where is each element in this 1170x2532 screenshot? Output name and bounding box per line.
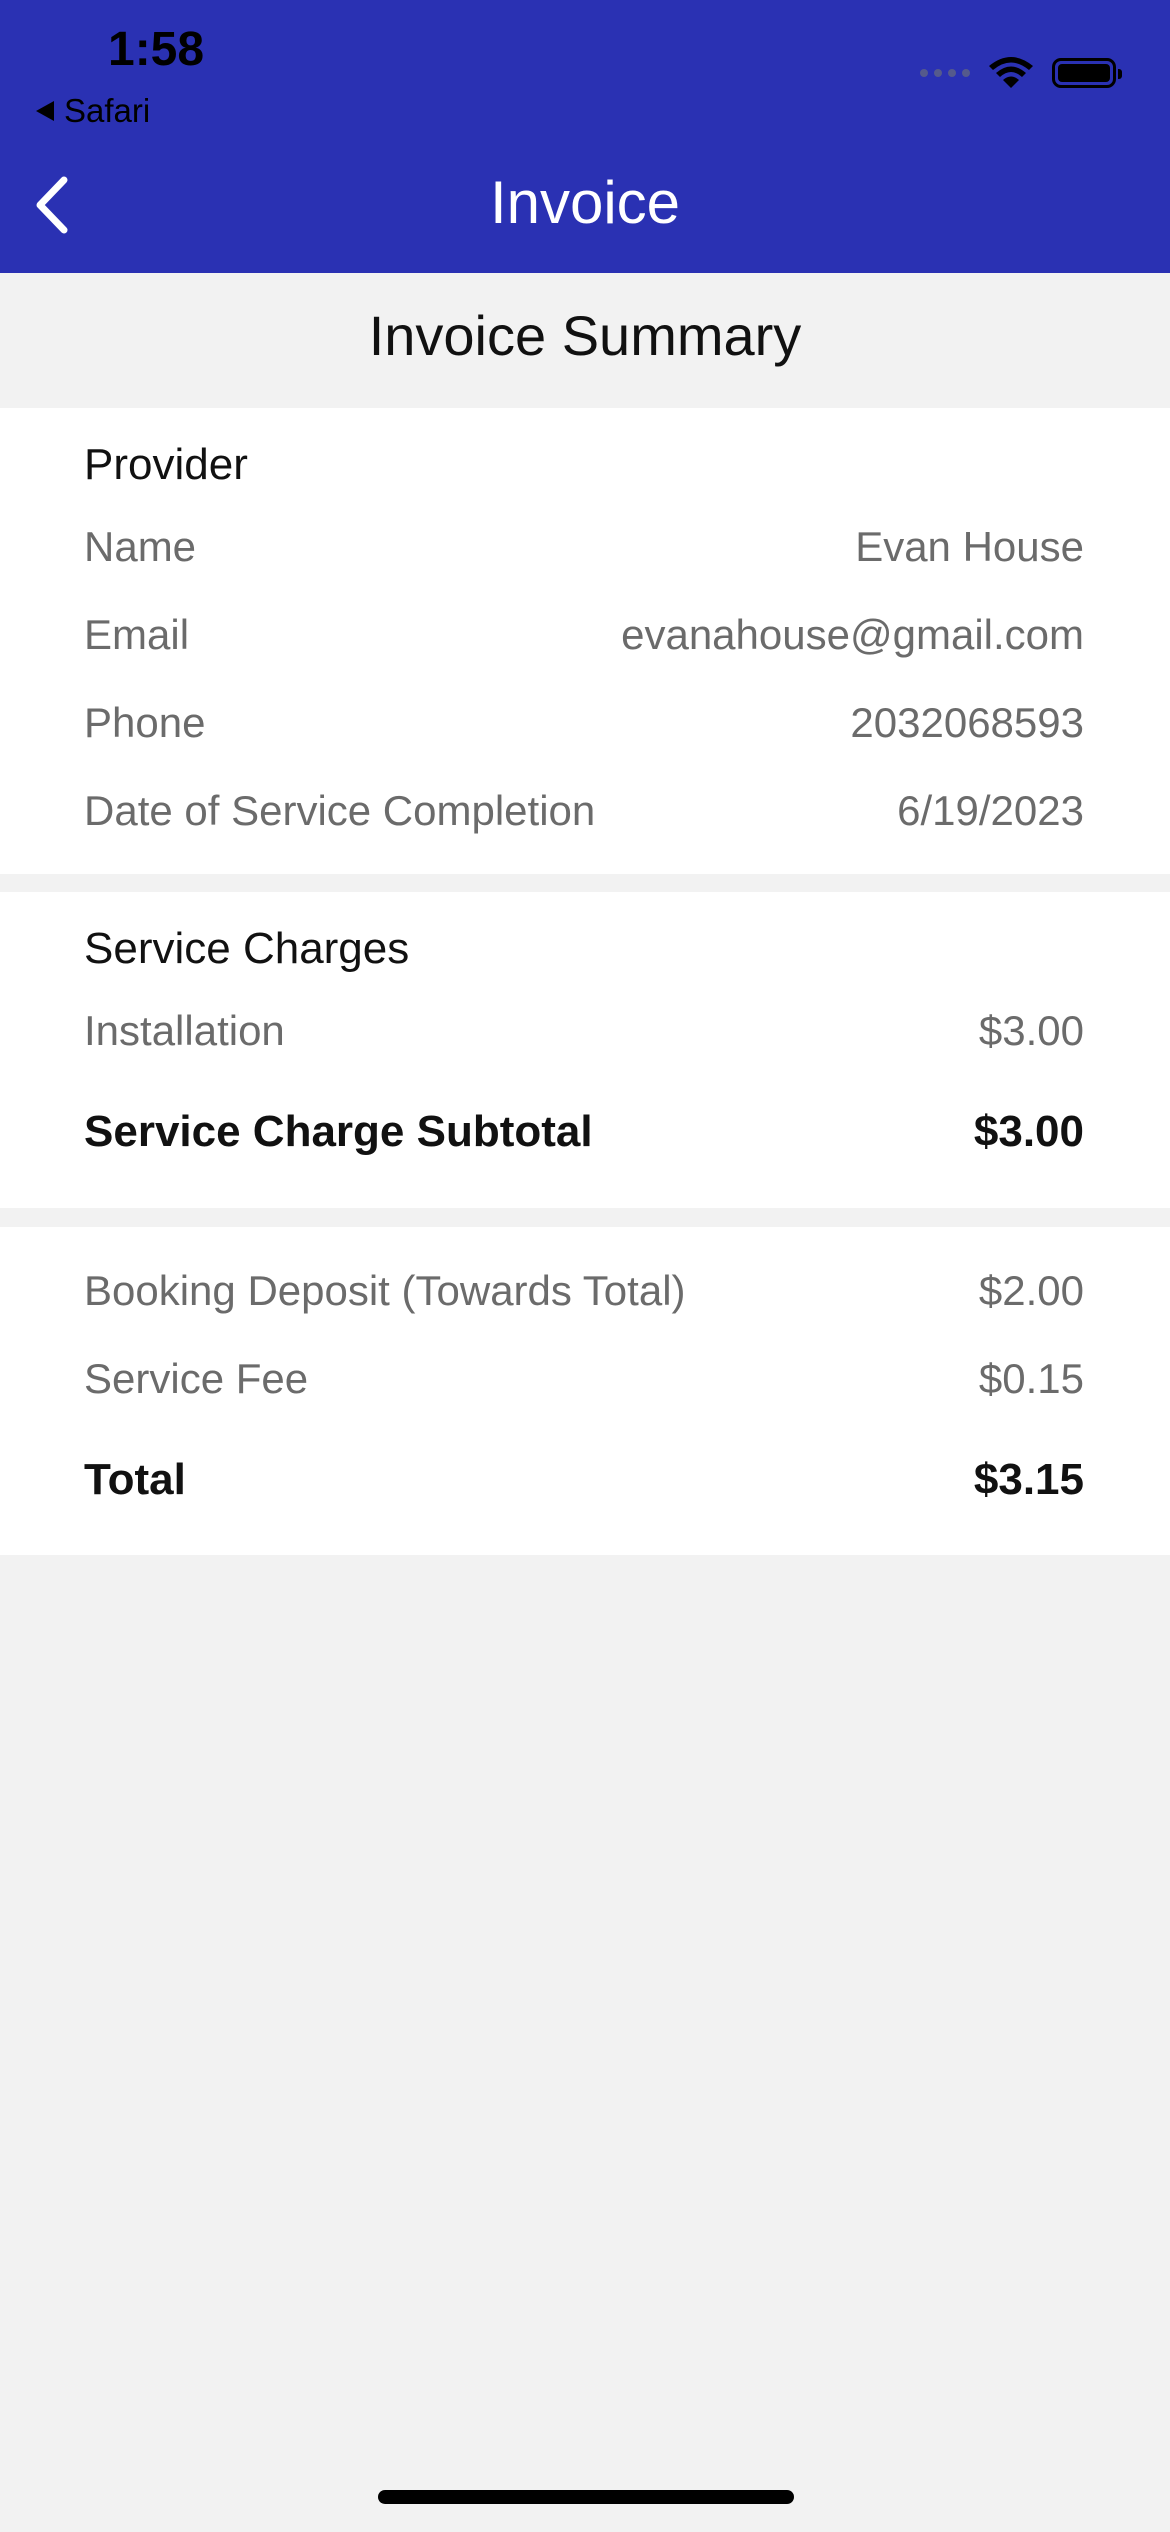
booking-deposit-row: Booking Deposit (Towards Total) $2.00 [84, 1267, 1084, 1315]
app-header: 1:58 Safari Invoice [0, 0, 1170, 273]
home-indicator[interactable] [378, 2490, 794, 2504]
row-label: Service Fee [84, 1355, 309, 1402]
status-icons [920, 56, 1122, 90]
service-charges-heading: Service Charges [84, 924, 410, 973]
invoice-summary-title: Invoice Summary [368, 304, 802, 367]
row-value: evanahouse@gmail.com [621, 611, 1084, 658]
provider-name-row: Name Evan House [84, 523, 1084, 571]
service-charges-card: Service Charges Installation $3.00 Servi… [0, 892, 1170, 1208]
battery-icon [1052, 58, 1122, 88]
row-label: Booking Deposit (Towards Total) [84, 1267, 686, 1314]
provider-card: Provider Name Evan House Email evanahous… [0, 408, 1170, 874]
row-value: $3.15 [973, 1455, 1084, 1504]
row-value: $2.00 [978, 1267, 1084, 1314]
provider-email-row: Email evanahouse@gmail.com [84, 611, 1084, 659]
cellular-signal-icon [920, 69, 970, 77]
provider-phone-row: Phone 2032068593 [84, 699, 1084, 747]
row-value: $0.15 [978, 1355, 1084, 1402]
nav-title: Invoice [489, 169, 681, 236]
status-time: 1:58 [108, 23, 205, 76]
row-value: 6/19/2023 [897, 787, 1084, 834]
back-to-safari-link[interactable]: Safari [36, 92, 150, 130]
charge-item-row: Installation $3.00 [84, 1007, 1084, 1055]
service-charge-subtotal-row: Service Charge Subtotal $3.00 [84, 1107, 1084, 1157]
totals-card: Booking Deposit (Towards Total) $2.00 Se… [0, 1227, 1170, 1555]
row-label: Total [84, 1455, 186, 1504]
row-value: $3.00 [973, 1107, 1084, 1156]
service-completion-date-row: Date of Service Completion 6/19/2023 [84, 787, 1084, 835]
row-label: Installation [84, 1007, 285, 1054]
row-value: Evan House [855, 523, 1084, 570]
row-label: Name [84, 523, 197, 570]
row-label: Phone [84, 699, 206, 746]
total-row: Total $3.15 [84, 1455, 1084, 1505]
service-fee-row: Service Fee $0.15 [84, 1355, 1084, 1403]
provider-heading: Provider [84, 440, 248, 489]
wifi-icon [989, 57, 1033, 88]
row-label: Email [84, 611, 190, 658]
row-value: 2032068593 [850, 699, 1084, 746]
back-app-label: Safari [64, 92, 151, 129]
row-label: Date of Service Completion [84, 787, 596, 834]
row-value: $3.00 [978, 1007, 1084, 1054]
row-label: Service Charge Subtotal [84, 1107, 593, 1156]
back-triangle-icon [36, 101, 54, 121]
